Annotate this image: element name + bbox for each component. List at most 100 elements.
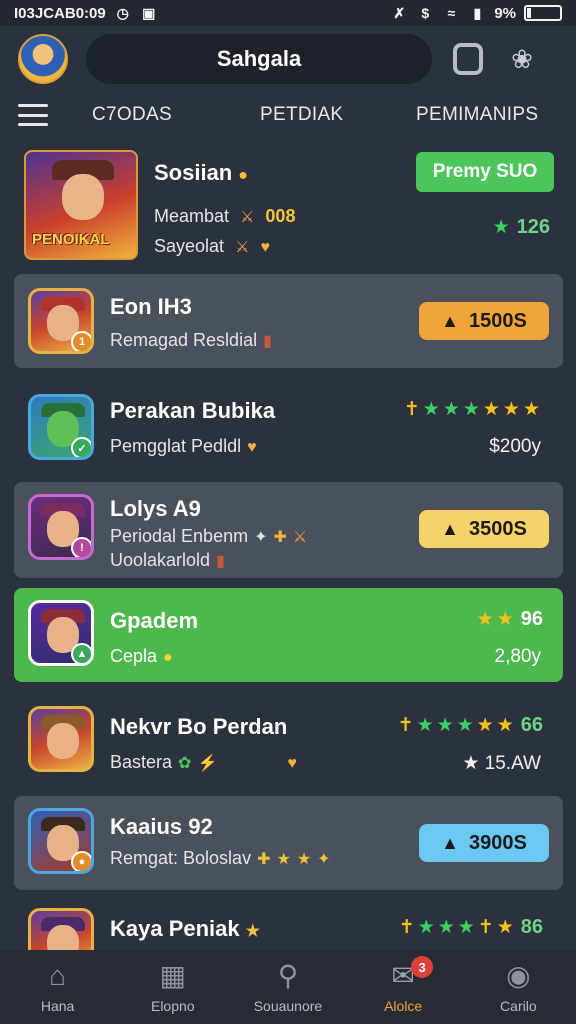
item-title: Perakan Bubika: [110, 398, 276, 423]
item-thumbnail: ▲: [28, 600, 94, 666]
clock-icon: ◷: [116, 5, 129, 21]
level-badge: 1: [71, 331, 91, 351]
item-rating: ✝★★★★★ 66: [397, 714, 543, 736]
warrior-icon: ⚔: [240, 209, 255, 226]
bolt-icon: ⚡: [197, 755, 218, 772]
leaf-icon: ✿: [178, 755, 192, 772]
gem-icon: ●: [238, 167, 248, 184]
item-title: Nekvr Bo Perdan: [110, 714, 288, 739]
tab-2[interactable]: PETDIAK: [260, 104, 416, 126]
list-item[interactable]: ● Kaaius 92 Remgat: Boloslav ✚ ★ ★ ✦ ▲ 3900S: [14, 796, 563, 890]
item-thumbnail: [28, 908, 94, 950]
featured-thumbnail: PENOIKAL: [24, 150, 138, 260]
heart-icon: ♥: [287, 755, 297, 772]
premium-button[interactable]: Premy SUO: [416, 152, 554, 192]
list-item[interactable]: ✓ Perakan Bubika Pemgglat Pedldl ♥ ✝★★★★★…: [14, 380, 563, 476]
coin-icon: ▲: [441, 518, 459, 539]
item-subtitle: Cepla ●: [110, 646, 173, 666]
item-title: Eon IH3: [110, 294, 192, 319]
battery-percent: 9%: [494, 4, 516, 22]
item-thumbnail: ●: [28, 808, 94, 874]
lemon-icon: ●: [163, 649, 173, 666]
item-subtitle: Periodal Enbenm ✦ ✚ ⚔: [110, 526, 308, 546]
nav-search[interactable]: ⚲ Souaunore: [238, 960, 338, 1014]
item-title: Lolys A9: [110, 496, 201, 521]
notification-badge: 3: [411, 956, 434, 978]
bottom-nav: ⌂ Hana ▦ Elopno ⚲ Souaunore ✉ 3 Alolce ◉…: [0, 950, 576, 1024]
potion-icon: ▮: [216, 553, 225, 570]
featured-line1: Meambat ⚔ 008: [154, 206, 296, 226]
coin-icon: ▲: [441, 310, 459, 331]
gallery-icon: ▦: [159, 960, 187, 991]
featured-line2: Sayeolat ⚔ ♥: [154, 236, 270, 256]
potion-icon: ▮: [263, 333, 272, 350]
tab-bar: C7ODAS PETDIAK PEMIMANIPS: [0, 92, 576, 138]
heart-icon: ♥: [247, 439, 257, 456]
item-price: 2,80y: [494, 646, 541, 667]
swords-icon: ⚔: [235, 239, 250, 256]
image-icon: ▣: [142, 5, 156, 21]
list-item[interactable]: ! Lolys A9 Periodal Enbenm ✦ ✚ ⚔ Uoolakarlo…: [14, 482, 563, 578]
settings-icon[interactable]: ❀: [504, 41, 540, 77]
square-icon[interactable]: [450, 41, 486, 77]
list-item-selected[interactable]: ▲ Gpadem Cepla ● ★★ 96 2,80y: [14, 588, 563, 682]
header-title-pill[interactable]: Sahgala: [86, 34, 432, 84]
item-price: ★ 15.AW: [462, 753, 541, 774]
item-thumbnail: 1: [28, 288, 94, 354]
item-subtitle: Bastera ✿ ⚡ ♥: [110, 752, 297, 772]
list-item[interactable]: Kaya Peniak ★ ✝★★★✝★ 86: [14, 900, 563, 950]
featured-thumb-text: PENOIKAL: [32, 231, 110, 248]
item-thumbnail: [28, 706, 94, 772]
item-title: Kaya Peniak ★: [110, 916, 260, 941]
top-bar: Sahgala ❀: [0, 26, 576, 92]
level-badge: ✓: [71, 437, 91, 457]
sparkle-icon: ✦: [254, 529, 268, 546]
item-subtitle: Remgat: Boloslav ✚ ★ ★ ✦: [110, 848, 331, 868]
level-badge: ▲: [71, 643, 91, 663]
item-title: Gpadem: [110, 608, 199, 633]
featured-item[interactable]: PENOIKAL Sosiian ● Meambat ⚔ 008 Sayeolat…: [24, 150, 554, 262]
item-title: Kaaius 92: [110, 814, 213, 839]
nav-gallery[interactable]: ▦ Elopno: [123, 960, 223, 1014]
wifi-icon: ≈: [447, 5, 456, 21]
tab-3[interactable]: PEMIMANIPS: [416, 104, 538, 126]
level-badge: ●: [71, 851, 91, 871]
signal-icon: ▮: [473, 5, 482, 21]
camera-icon: ◉: [506, 960, 531, 991]
price-button[interactable]: ▲ 1500S: [419, 302, 549, 340]
item-subtitle-2: Uoolakarlold ▮: [110, 550, 225, 570]
featured-rating: ★ 126: [492, 216, 550, 238]
level-badge: !: [71, 537, 91, 557]
menu-icon[interactable]: [18, 104, 48, 126]
list-item[interactable]: 1 Eon IH3 Remagad Resldial ▮ ▲ 1500S: [14, 274, 563, 368]
sword-icon: ⚔: [292, 529, 308, 546]
bluetooth-icon: ✗: [393, 5, 406, 21]
heart-icon: ♥: [260, 239, 270, 256]
item-thumbnail: !: [28, 494, 94, 560]
status-time: I03JCAB0:09: [14, 4, 106, 22]
star-icon: ★: [462, 753, 485, 774]
cross-icon: ✚: [273, 529, 287, 546]
item-price: $200y: [489, 436, 541, 457]
item-rating: ✝★★★✝★ 86: [398, 916, 543, 938]
avatar[interactable]: [18, 34, 68, 84]
dollar-icon: $: [421, 5, 430, 21]
featured-name: Sosiian ●: [154, 160, 248, 185]
search-icon: ⚲: [277, 960, 299, 991]
nav-messages[interactable]: ✉ 3 Alolce: [353, 956, 453, 1014]
battery-icon: [524, 5, 562, 21]
list-item[interactable]: Nekvr Bo Perdan Bastera ✿ ⚡ ♥ ✝★★★★★ 66 ★ 15…: [14, 694, 563, 790]
nav-camera[interactable]: ◉ Carilo: [468, 960, 568, 1014]
header-title: Sahgala: [216, 46, 302, 71]
coin-icon: ▲: [441, 832, 459, 853]
nav-home[interactable]: ⌂ Hana: [8, 960, 108, 1014]
item-subtitle: Remagad Resldial ▮: [110, 330, 272, 350]
star-icon: ★: [492, 217, 513, 238]
home-icon: ⌂: [49, 960, 67, 991]
status-bar: I03JCAB0:09 ◷ ▣ ✗ $ ≈ ▮ 9%: [0, 0, 576, 26]
price-button[interactable]: ▲ 3900S: [419, 824, 549, 862]
tab-1[interactable]: C7ODAS: [92, 104, 260, 126]
item-rating: ★★ 96: [476, 608, 543, 630]
item-thumbnail: ✓: [28, 394, 94, 460]
price-button[interactable]: ▲ 3500S: [419, 510, 549, 548]
